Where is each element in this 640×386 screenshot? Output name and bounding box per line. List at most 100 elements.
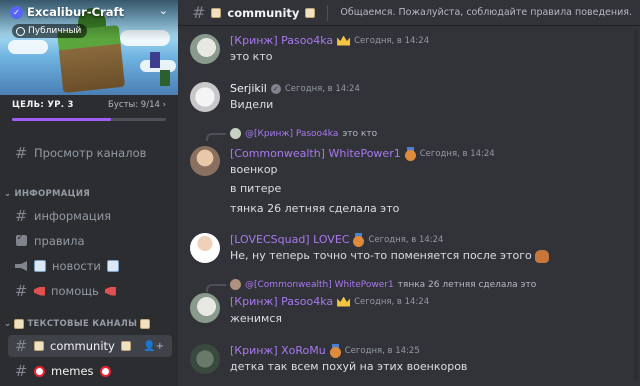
reply-reference[interactable]: @[Commonwealth] WhitePower1 тянка 26 лет… [230, 279, 536, 290]
sidebar-item-rules[interactable]: правила [8, 230, 172, 252]
message-header: [Кринж] Pasoo4ka Сегодня, в 14:24 [230, 295, 429, 308]
message-text: военкор [230, 163, 278, 176]
message[interactable]: [LOVECSquad] LOVEC Сегодня, в 14:24 Не, … [190, 233, 630, 269]
sidebar-item-help[interactable]: # помощь [8, 280, 172, 302]
scroll-emoji-icon [211, 7, 222, 18]
reply-text: тянка 26 летняя сделала это [397, 279, 537, 290]
timestamp: Сегодня, в 14:24 [419, 148, 495, 159]
message-header: [Кринж] Pasoo4ka Сегодня, в 14:24 [230, 34, 429, 47]
browse-channels[interactable]: # Просмотр каналов [8, 142, 172, 164]
category-info[interactable]: ⌄ ИНФОРМАЦИЯ [4, 189, 90, 199]
sidebar-item-info[interactable]: # информация [8, 205, 172, 227]
avatar[interactable] [190, 233, 220, 263]
reply-avatar [230, 128, 241, 139]
hash-icon: # [14, 207, 28, 225]
scroll-emoji-icon [120, 341, 131, 351]
message[interactable]: @[Commonwealth] WhitePower1 тянка 26 лет… [190, 279, 630, 329]
reply-avatar [230, 279, 241, 290]
author-name[interactable]: [Кринж] XoRoMu [230, 344, 326, 357]
server-title[interactable]: ✓ Excalibur-Craft [10, 5, 124, 19]
message-text: женимся [230, 312, 282, 325]
boost-progress-bar [12, 118, 166, 121]
sidebar-item-news[interactable]: новости [8, 255, 172, 277]
scroll-emoji-icon [34, 341, 44, 351]
boost-progress-fill [12, 118, 111, 121]
timestamp: Сегодня, в 14:24 [284, 83, 360, 94]
hash-icon: # [14, 282, 28, 300]
message-header: Serjikil ✓ Сегодня, в 14:24 [230, 82, 360, 95]
sidebar-item-community[interactable]: # community 👤+ [8, 335, 172, 357]
clown-emoji-icon [99, 365, 111, 377]
reply-author: @[Кринж] Pasoo4ka [245, 128, 339, 139]
boost-level-label: ЦЕЛЬ: УР. 3 [12, 100, 74, 110]
avatar[interactable] [190, 293, 220, 323]
crown-icon [337, 35, 351, 46]
browse-channels-label: Просмотр каналов [34, 146, 147, 160]
author-name[interactable]: [Кринж] Pasoo4ka [230, 295, 333, 308]
channel-label: новости [52, 259, 101, 273]
verified-server-icon: ✓ [10, 5, 23, 19]
message-header: [LOVECSquad] LOVEC Сегодня, в 14:24 [230, 233, 444, 247]
message-text: Не, ну теперь точно что-то поменяется по… [230, 249, 549, 263]
sidebar-item-memes[interactable]: # memes [8, 360, 172, 382]
reply-connector [206, 284, 226, 292]
message[interactable]: Serjikil ✓ Сегодня, в 14:24 Видели [190, 82, 630, 118]
megaphone-icon [14, 257, 28, 275]
header-divider [327, 4, 329, 21]
author-name[interactable]: [Commonwealth] WhitePower1 [230, 147, 401, 160]
reply-author: @[Commonwealth] WhitePower1 [245, 279, 394, 290]
message-text: в питере [230, 182, 282, 195]
medal-icon [404, 147, 416, 161]
channel-label: помощь [51, 284, 99, 298]
scroll-emoji-icon [140, 319, 151, 329]
avatar[interactable] [190, 146, 220, 176]
medal-icon [353, 233, 365, 247]
category-info-label: ИНФОРМАЦИЯ [14, 189, 91, 199]
message-text-content: Не, ну теперь точно что-то поменяется по… [230, 249, 532, 262]
crown-icon [337, 296, 351, 307]
author-name[interactable]: Serjikil [230, 82, 267, 95]
message-text: детка так всем похуй на этих военкоров [230, 360, 468, 373]
news-emoji-icon [34, 260, 46, 272]
chevron-down-icon[interactable]: ⌄ [159, 4, 168, 17]
avatar[interactable] [190, 82, 220, 112]
message-header: [Кринж] XoRoMu Сегодня, в 14:25 [230, 344, 420, 358]
megaphone-emoji-icon [104, 286, 116, 296]
hash-icon: # [14, 337, 28, 355]
message-header: [Commonwealth] WhitePower1 Сегодня, в 14… [230, 147, 495, 161]
message[interactable]: [Кринж] XoRoMu Сегодня, в 14:25 детка та… [190, 344, 630, 380]
message-scrollbar[interactable] [634, 30, 638, 380]
news-emoji-icon [106, 260, 119, 272]
author-name[interactable]: [Кринж] Pasoo4ka [230, 34, 333, 47]
category-text[interactable]: ⌄ ТЕКСТОВЫЕ КАНАЛЫ [4, 319, 151, 329]
timestamp: Сегодня, в 14:24 [354, 296, 430, 307]
verified-icon: ✓ [270, 83, 281, 94]
checkbox-icon [14, 232, 28, 250]
avatar[interactable] [190, 34, 220, 64]
public-badge: Публичный [12, 24, 88, 38]
chevron-down-icon: ⌄ [4, 319, 12, 329]
add-member-icon[interactable]: 👤+ [143, 341, 164, 352]
channel-title: community [227, 5, 300, 20]
public-label: Публичный [28, 26, 82, 36]
author-name[interactable]: [LOVECSquad] LOVEC [230, 233, 349, 246]
scroll-emoji-icon [14, 319, 25, 329]
boost-count-label: Бусты: 9/14 › [108, 100, 166, 110]
reply-reference[interactable]: @[Кринж] Pasoo4ka это кто [230, 128, 377, 139]
hash-icon: # [192, 3, 206, 22]
timestamp: Сегодня, в 14:24 [368, 234, 444, 245]
message[interactable]: [Кринж] Pasoo4ka Сегодня, в 14:24 это кт… [190, 34, 630, 70]
chevron-down-icon: ⌄ [4, 189, 12, 199]
channel-label: community [50, 339, 115, 353]
message[interactable]: @[Кринж] Pasoo4ka это кто [Commonwealth]… [190, 128, 630, 218]
channel-topic[interactable]: Общаемся. Пожалуйста, соблюдайте правила… [340, 7, 632, 18]
browse-channels-icon: # [14, 144, 28, 162]
category-text-label: ТЕКСТОВЫЕ КАНАЛЫ [27, 319, 138, 329]
channel-label: memes [51, 364, 94, 378]
boost-goal[interactable]: ЦЕЛЬ: УР. 3 Бусты: 9/14 › [0, 95, 178, 121]
medal-icon [329, 344, 341, 358]
server-banner[interactable]: ✓ Excalibur-Craft ⌄ Публичный [0, 0, 178, 95]
megaphone-emoji-icon [34, 286, 45, 296]
scroll-emoji-icon [305, 7, 316, 18]
avatar[interactable] [190, 344, 220, 374]
